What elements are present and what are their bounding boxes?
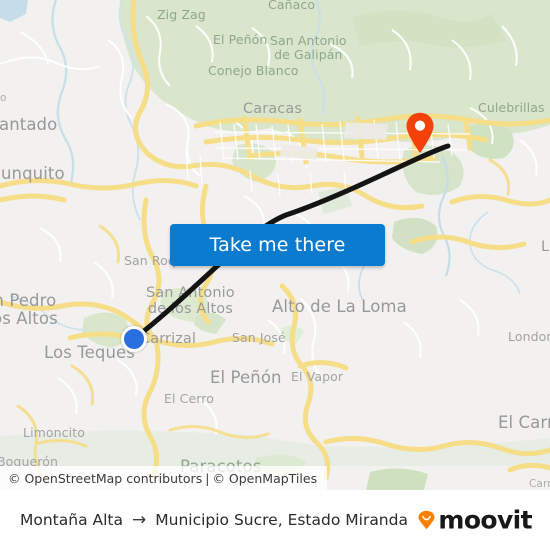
trip-destination-label: Municipio Sucre, Estado Miranda <box>155 511 408 529</box>
destination-pin[interactable] <box>405 112 435 154</box>
openstreetmap-attribution-link[interactable]: © OpenStreetMap contributors <box>8 471 202 486</box>
take-me-there-button[interactable]: Take me there <box>170 224 385 266</box>
map-attribution: © OpenStreetMap contributors | © OpenMap… <box>0 466 328 490</box>
attribution-separator: | <box>205 470 210 486</box>
arrow-right-icon: → <box>132 510 147 530</box>
origin-marker[interactable] <box>121 326 147 352</box>
trip-footer: Montaña Alta → Municipio Sucre, Estado M… <box>0 490 550 550</box>
openmaptiles-attribution-link[interactable]: © OpenMapTiles <box>212 471 317 486</box>
trip-summary: Montaña Alta → Municipio Sucre, Estado M… <box>20 510 408 530</box>
moovit-logo[interactable]: moovit <box>417 505 533 535</box>
moovit-wordmark: moovit <box>438 505 532 535</box>
map-canvas[interactable]: Cañaco Zig Zag El Peñón San Antonio de Galip… <box>0 0 550 490</box>
trip-origin-label: Montaña Alta <box>20 511 123 529</box>
map-trip-widget: Cañaco Zig Zag El Peñón San Antonio de Galip… <box>0 0 550 550</box>
moovit-pin-icon <box>417 510 436 530</box>
